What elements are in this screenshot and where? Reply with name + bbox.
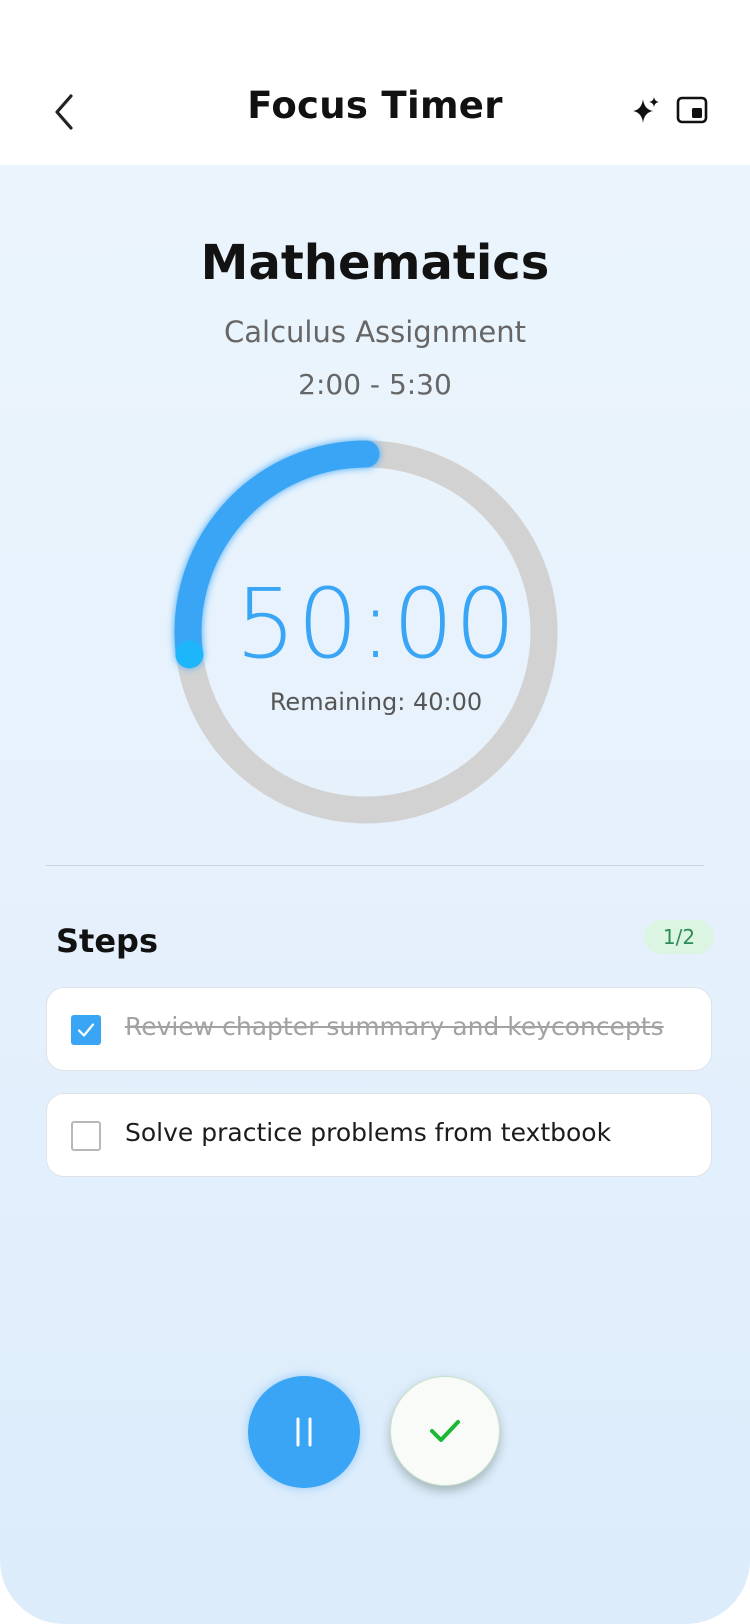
step-item[interactable]: Solve practice problems from textbook — [46, 1093, 712, 1177]
task-name: Calculus Assignment — [224, 315, 526, 349]
pause-button[interactable] — [248, 1376, 360, 1488]
remaining-time: Remaining: 40:00 — [269, 688, 483, 716]
checkmark-icon — [77, 1023, 95, 1037]
focus-timer-screen: Focus Timer Mathematics Calculus Assignm… — [0, 70, 750, 1624]
steps-progress-badge: 1/2 — [644, 920, 714, 954]
checkmark-icon — [430, 1420, 460, 1442]
step-text: Solve practice problems from textbook — [125, 1118, 612, 1147]
sparkle-icon — [633, 97, 659, 123]
timer-value: 50:00 — [235, 568, 517, 680]
subject-title: Mathematics — [200, 235, 550, 291]
complete-button[interactable] — [390, 1376, 500, 1486]
step-checkbox-checked[interactable] — [71, 1015, 101, 1045]
screen: Focus Timer Mathematics Calculus Assignm… — [0, 0, 750, 1624]
step-checkbox-unchecked[interactable] — [71, 1121, 101, 1151]
picture-in-picture-icon — [676, 96, 708, 124]
time-range: 2:00 - 5:30 — [298, 368, 452, 401]
steps-title: Steps — [56, 922, 158, 960]
pause-icon — [296, 1417, 312, 1447]
picture-in-picture-button[interactable] — [674, 92, 710, 128]
step-text: Review chapter summary and keyconcepts — [125, 1012, 664, 1041]
header-bar: Focus Timer — [0, 70, 750, 165]
section-divider — [46, 865, 704, 866]
sparkle-button[interactable] — [628, 92, 664, 128]
step-item[interactable]: Review chapter summary and keyconcepts — [46, 987, 712, 1071]
